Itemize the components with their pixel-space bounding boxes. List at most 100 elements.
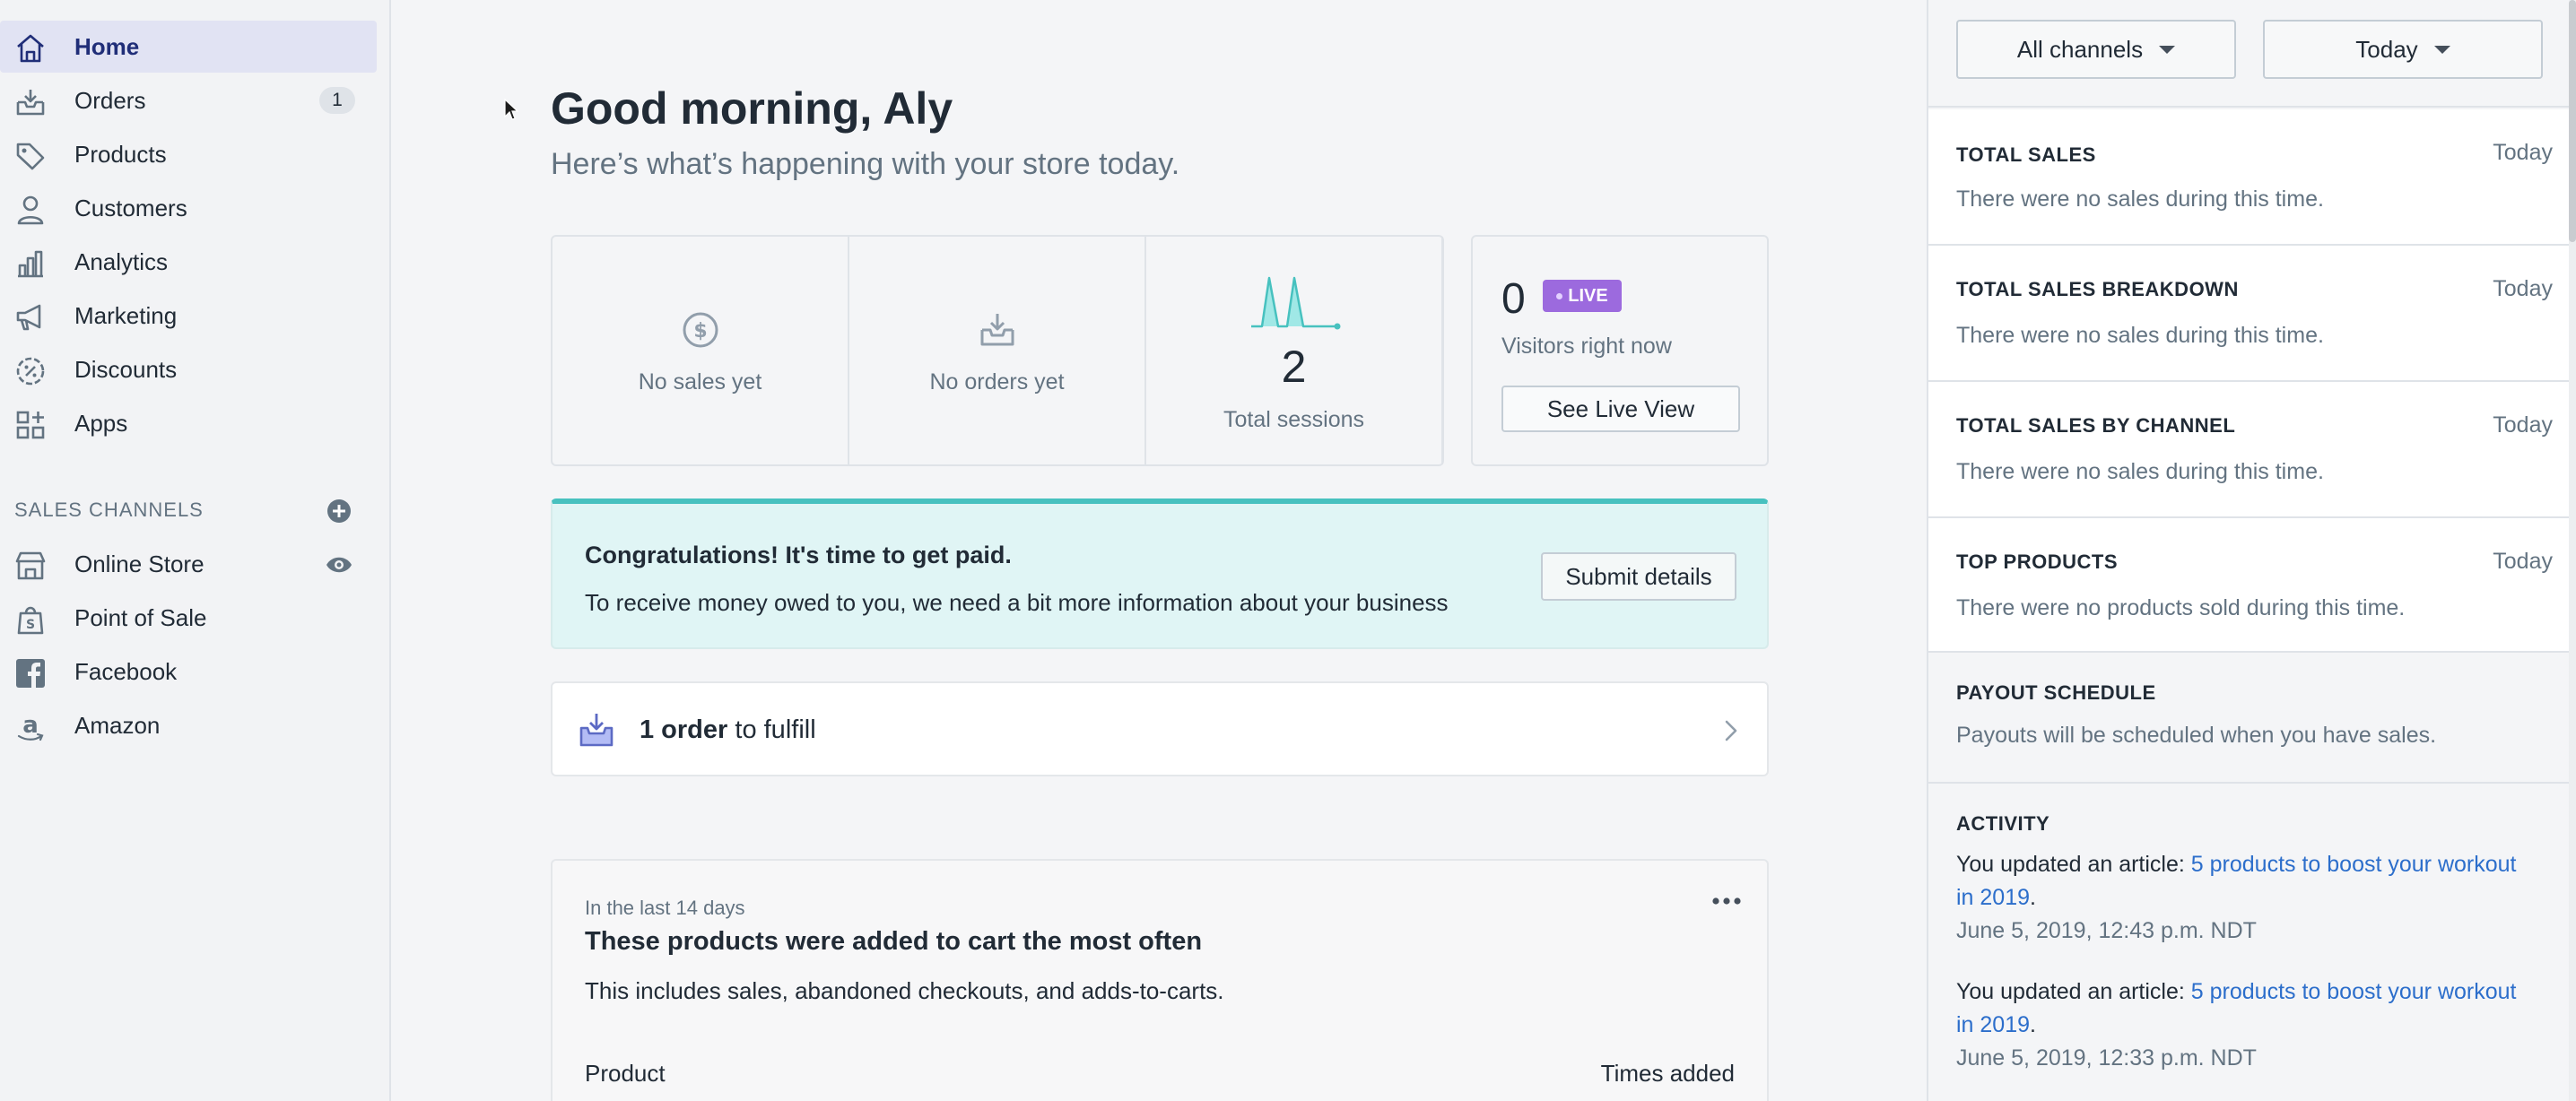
sidebar-item-orders[interactable]: Orders 1 (0, 74, 377, 126)
card-heading: TOP PRODUCTS (1956, 550, 2118, 573)
added-to-cart-card: In the last 14 days These products were … (551, 859, 1769, 1101)
total-sales-card[interactable]: TOTAL SALES Today There were no sales du… (1928, 109, 2569, 246)
activity-date: June 5, 2019, 12:33 p.m. NDT (1956, 1045, 2257, 1071)
orders-to-fulfill-suffix: to fulfill (727, 715, 816, 744)
live-badge: LIVE (1543, 280, 1622, 312)
card-heading: TOTAL SALES (1956, 143, 2096, 166)
live-badge-label: LIVE (1568, 285, 1608, 306)
sessions-stat-label: Total sessions (1223, 407, 1365, 432)
card-body: Payouts will be scheduled when you have … (1956, 723, 2437, 748)
add-channel-button[interactable] (325, 497, 353, 525)
sidebar-item-facebook[interactable]: Facebook (0, 646, 377, 698)
page-title: Good morning, Aly (551, 83, 953, 134)
sales-stat-label: No sales yet (638, 369, 762, 394)
activity-suffix: . (2030, 1012, 2036, 1037)
top-products-card[interactable]: TOP PRODUCTS Today There were no product… (1928, 518, 2569, 653)
sidebar-item-label: Analytics (74, 247, 169, 275)
svg-text:$: $ (693, 320, 707, 342)
card-period: Today (2493, 276, 2553, 301)
fulfill-inbox-icon (578, 712, 615, 748)
activity-suffix: . (2030, 885, 2036, 910)
orders-inbox-icon (978, 310, 1017, 350)
right-panel-scrollbar-thumb[interactable] (2569, 0, 2576, 242)
date-select-value: Today (2355, 35, 2418, 63)
caret-down-icon (2433, 45, 2450, 54)
sessions-sparkline (1249, 271, 1343, 330)
orders-count-badge: 1 (319, 87, 355, 114)
sales-channels-heading: SALES CHANNELS (14, 498, 204, 521)
cart-card-title: These products were added to cart the mo… (585, 927, 1203, 956)
submit-details-button[interactable]: Submit details (1541, 552, 1736, 601)
tag-icon (14, 140, 47, 172)
orders-to-fulfill-card[interactable]: 1 order to fulfill (551, 681, 1769, 776)
sidebar-item-label: Discounts (74, 355, 178, 383)
column-header-product: Product (585, 1060, 666, 1087)
sales-stat[interactable]: $ No sales yet (553, 237, 849, 464)
sidebar-item-label: Facebook (74, 657, 178, 685)
see-live-view-button[interactable]: See Live View (1501, 386, 1740, 432)
sidebar-item-analytics[interactable]: Analytics (0, 236, 377, 288)
card-body: There were no products sold during this … (1956, 595, 2406, 620)
sidebar-item-label: Apps (74, 409, 128, 437)
card-body: There were no sales during this time. (1956, 459, 2324, 484)
svg-text:a: a (22, 712, 39, 739)
card-heading: PAYOUT SCHEDULE (1956, 681, 2156, 704)
card-body: There were no sales during this time. (1956, 186, 2324, 212)
get-paid-title: Congratulations! It's time to get paid. (585, 542, 1012, 568)
orders-stat[interactable]: No orders yet (849, 237, 1146, 464)
facebook-icon (14, 657, 47, 689)
get-paid-banner: Congratulations! It's time to get paid. … (551, 498, 1769, 649)
sidebar-item-point-of-sale[interactable]: S Point of Sale (0, 592, 377, 644)
more-options-icon[interactable] (1711, 895, 1742, 907)
activity-date: June 5, 2019, 12:43 p.m. NDT (1956, 918, 2257, 943)
sidebar-item-label: Customers (74, 194, 187, 221)
sidebar-item-apps[interactable]: Apps (0, 397, 377, 449)
card-period: Today (2493, 140, 2553, 165)
date-select[interactable]: Today (2263, 20, 2543, 79)
orders-icon (14, 86, 47, 118)
svg-text:S: S (26, 618, 35, 632)
channel-select-value: All channels (2016, 35, 2144, 63)
live-visitors-count: 0 (1501, 275, 1526, 323)
sidebar-item-label: Orders (74, 86, 146, 114)
card-heading: ACTIVITY (1956, 812, 2050, 835)
total-sales-breakdown-card[interactable]: TOTAL SALES BREAKDOWN Today There were n… (1928, 246, 2569, 382)
total-sales-by-channel-card[interactable]: TOTAL SALES BY CHANNEL Today There were … (1928, 382, 2569, 518)
right-panel: All channels Today TOTAL SALES Today The… (1927, 0, 2576, 1101)
person-icon (14, 194, 47, 226)
activity-prefix: You updated an article: (1956, 852, 2191, 877)
plus-circle-icon (327, 499, 351, 523)
filter-bar: All channels Today (1928, 0, 2576, 108)
sidebar-item-label: Point of Sale (74, 603, 207, 631)
discount-icon (14, 355, 47, 387)
sidebar-item-label: Home (74, 32, 140, 60)
card-body: There were no sales during this time. (1956, 323, 2324, 348)
megaphone-icon (14, 301, 47, 334)
sidebar-item-label: Amazon (74, 711, 161, 739)
home-icon (14, 32, 47, 65)
activity-card: ACTIVITY You updated an article: 5 produ… (1928, 784, 2569, 1101)
sessions-stat[interactable]: 2 Total sessions (1146, 237, 1443, 464)
sidebar-item-home[interactable]: Home (0, 21, 377, 73)
get-paid-text: To receive money owed to you, we need a … (585, 589, 1449, 616)
pos-bag-icon: S (14, 603, 47, 636)
sidebar-item-products[interactable]: Products (0, 128, 377, 180)
channel-select[interactable]: All channels (1956, 20, 2236, 79)
page-subtitle: Here’s what’s happening with your store … (551, 147, 1180, 181)
eye-icon (326, 557, 352, 573)
sidebar-item-discounts[interactable]: Discounts (0, 343, 377, 395)
sidebar-item-online-store[interactable]: Online Store (0, 538, 377, 590)
chevron-right-icon (1722, 717, 1740, 744)
activity-entry: You updated an article: 5 products to bo… (1956, 975, 2521, 1075)
live-dot-icon (1556, 292, 1563, 299)
sidebar-item-label: Online Store (74, 550, 205, 577)
view-online-store-button[interactable] (325, 552, 353, 577)
sidebar-item-amazon[interactable]: a Amazon (0, 699, 377, 751)
orders-to-fulfill-text: 1 order to fulfill (640, 715, 816, 745)
card-heading: TOTAL SALES BY CHANNEL (1956, 414, 2236, 437)
stats-summary: $ No sales yet No orders yet 2 Total ses… (551, 235, 1444, 466)
sidebar-item-marketing[interactable]: Marketing (0, 290, 377, 342)
caret-down-icon (2159, 45, 2176, 54)
sidebar-item-customers[interactable]: Customers (0, 182, 377, 234)
orders-to-fulfill-count: 1 order (640, 715, 728, 744)
